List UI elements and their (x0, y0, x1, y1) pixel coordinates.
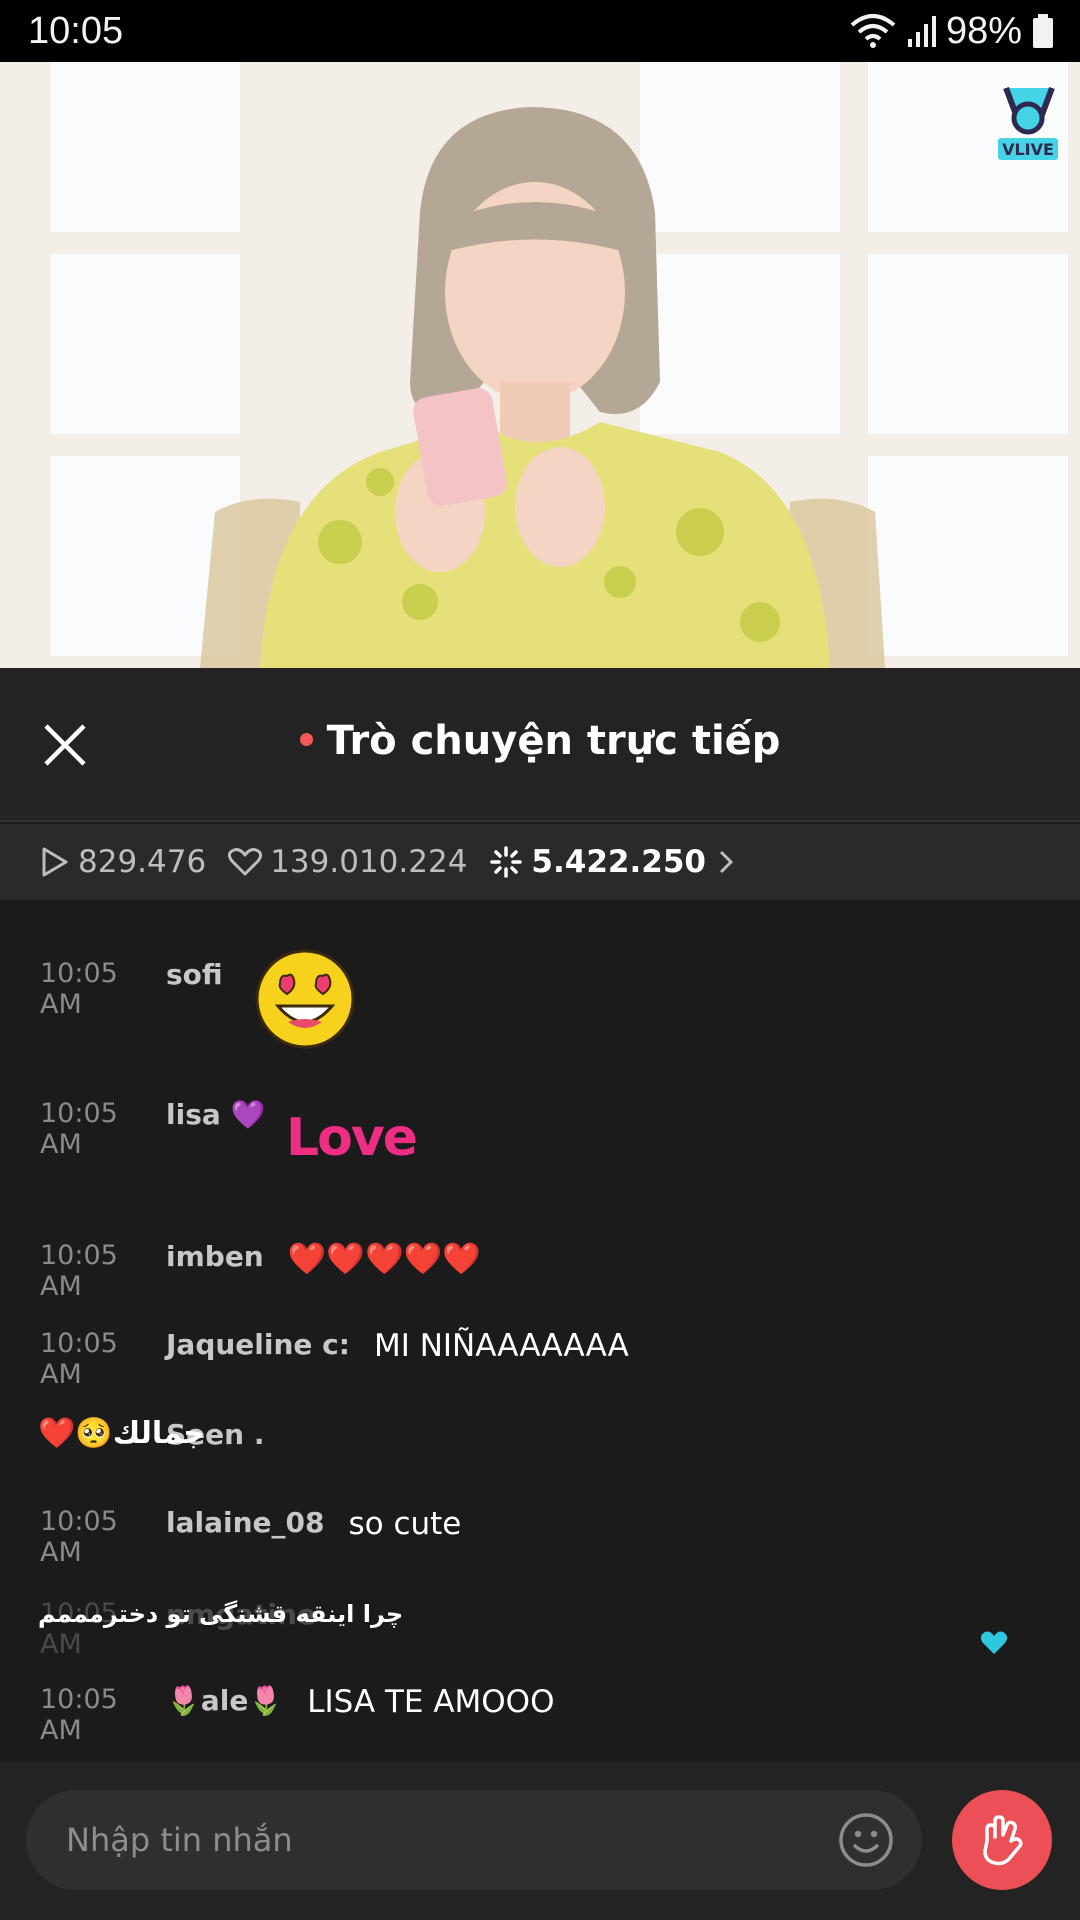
vlive-logo: VLIVE (996, 80, 1060, 162)
cheers-count: 5.422.250 (531, 844, 706, 880)
floating-heart-icon (980, 1631, 1008, 1654)
message-text: ❤️❤️❤️❤️❤️ (287, 1241, 481, 1277)
live-dot-icon (299, 732, 313, 746)
video-frame-image (200, 107, 885, 668)
sparkle-icon (490, 846, 523, 878)
chat-title: Trò chuyện trực tiếp (0, 718, 1080, 764)
message-input-placeholder: Nhập tin nhắn (66, 1821, 293, 1859)
heart-icon (228, 848, 263, 876)
vlive-logo-text: VLIVE (1002, 140, 1054, 159)
message-time: 10:05 AM (40, 1098, 118, 1160)
chat-header: Trò chuyện trực tiếp (0, 668, 1080, 822)
chevron-right-icon[interactable] (716, 848, 736, 876)
signal-icon (907, 16, 936, 47)
video-player[interactable]: VLIVE (0, 62, 1080, 668)
message-input[interactable]: Nhập tin nhắn (26, 1790, 922, 1890)
cheers-stat[interactable]: 5.422.250 (489, 844, 744, 880)
message-time: 10:05 AM (40, 1684, 118, 1746)
chat-message: 10:05 AM lisa 💜 (40, 1098, 289, 1160)
chat-message: 10:05 AM 🌷ale🌷 LISA TE AMOOO (40, 1684, 554, 1746)
floating-comment: ❤️🥺جمالك (38, 1416, 205, 1451)
chat-list[interactable]: 10:05 AM sofi 10:05 AM lisa 💜 Love 10:05… (0, 900, 1080, 1762)
status-time: 10:05 (28, 9, 124, 52)
chat-title-text: Trò chuyện trực tiếp (326, 718, 781, 764)
message-user: 🌷ale🌷 (166, 1684, 284, 1717)
floating-comment: چرا اینقه قشنگی تو دخترمممم (38, 1600, 404, 1628)
message-user: lalaine_08 (166, 1506, 325, 1539)
battery-icon (1033, 14, 1053, 48)
chat-message: 10:05 AM Jaqueline c: MI NIÑAAAAAAA (40, 1328, 629, 1390)
message-time: 10:05 AM (40, 958, 118, 1020)
battery-percent: 98% (945, 9, 1022, 52)
chat-message: 10:05 AM sofi (40, 958, 247, 1020)
love-sticker-text: Love (286, 1108, 418, 1168)
message-text: so cute (348, 1506, 462, 1542)
heart-eyes-emoji-sticker (255, 949, 355, 1049)
chat-message: 10:05 AM lalaine_08 so cute (40, 1506, 461, 1568)
message-time: 10:05 AM (40, 1506, 118, 1568)
status-bar: 10:05 98% (0, 0, 1080, 62)
plays-stat: 829.476 (40, 844, 206, 880)
likes-count: 139.010.224 (270, 844, 468, 880)
chat-message: 10:05 AM imben ❤️❤️❤️❤️❤️ (40, 1240, 481, 1302)
message-time: 10:05 AM (40, 1240, 118, 1302)
cheer-button[interactable] (952, 1790, 1052, 1890)
hand-heart-icon (983, 1815, 1023, 1866)
wifi-icon (850, 14, 896, 48)
input-bar: Nhập tin nhắn (0, 1762, 1080, 1920)
plays-count: 829.476 (78, 844, 207, 880)
love-sticker: Love (286, 1108, 418, 1168)
message-text: MI NIÑAAAAAAA (373, 1328, 629, 1364)
message-user: Jaqueline c: (166, 1328, 350, 1361)
message-user: lisa 💜 (166, 1098, 266, 1131)
message-text: LISA TE AMOOO (307, 1684, 555, 1720)
likes-stat: 139.010.224 (228, 844, 467, 880)
message-user: imben (166, 1240, 264, 1273)
play-icon (42, 847, 68, 877)
message-time: 10:05 AM (40, 1328, 118, 1390)
stats-bar[interactable]: 829.476 139.010.224 5.422.250 (0, 824, 1080, 900)
status-icons: 98% (850, 10, 1054, 53)
emoji-icon[interactable] (838, 1812, 894, 1868)
message-user: sofi (166, 958, 223, 991)
